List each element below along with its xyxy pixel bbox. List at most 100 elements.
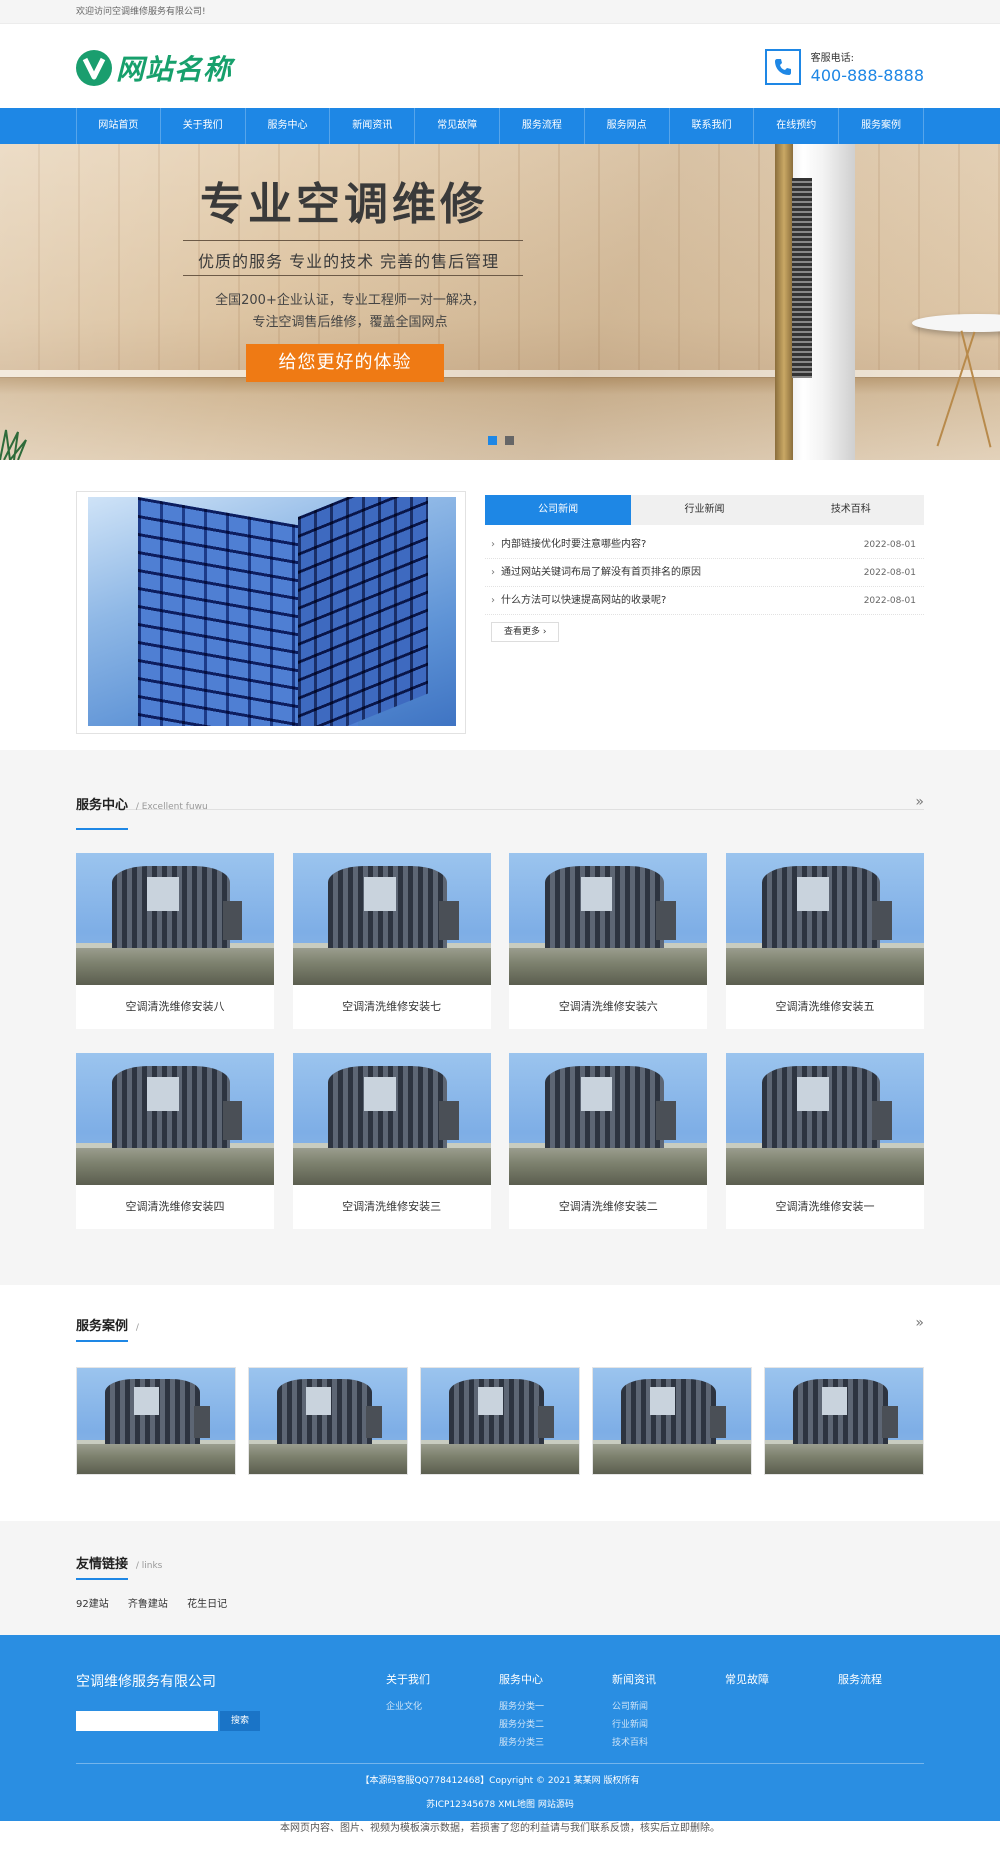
ac-unit-image[interactable] xyxy=(76,853,274,985)
footer-search: 搜索 xyxy=(76,1711,260,1731)
nav-item-booking[interactable]: 在线预约 xyxy=(754,108,840,144)
service-card[interactable]: 空调清洗维修安装三 xyxy=(292,1053,491,1229)
case-image[interactable] xyxy=(420,1367,580,1475)
banner-dot[interactable] xyxy=(488,436,497,445)
case-image[interactable] xyxy=(592,1367,752,1475)
hotline-label: 客服电话: xyxy=(810,53,855,64)
friend-link[interactable]: 92建站 xyxy=(76,1599,109,1610)
footer-icp[interactable]: 苏ICP12345678 XML地图 网站源码 xyxy=(76,1797,924,1810)
footer-column: 常见故障 xyxy=(725,1671,838,1753)
footer-columns: 关于我们 企业文化 服务中心 服务分类一 服务分类二 服务分类三 新闻资讯 公司… xyxy=(386,1671,951,1753)
footer-link[interactable]: 行业新闻 xyxy=(612,1717,725,1730)
footer-search-input[interactable] xyxy=(76,1711,218,1731)
footer-column-title[interactable]: 新闻资讯 xyxy=(612,1671,725,1687)
phone-icon xyxy=(764,49,801,85)
nav-item-outlets[interactable]: 服务网点 xyxy=(585,108,670,144)
more-arrow-icon[interactable]: » xyxy=(915,1315,924,1331)
service-card[interactable]: 空调清洗维修安装七 xyxy=(292,853,491,1029)
news-title[interactable]: 内部链接优化时要注意哪些内容? xyxy=(501,539,646,550)
service-card[interactable]: 空调清洗维修安装六 xyxy=(509,853,708,1029)
banner-desc-line: 全国200+企业认证，专业工程师一对一解决， xyxy=(215,293,485,308)
nav-item-home[interactable]: 网站首页 xyxy=(76,108,161,144)
building-image[interactable] xyxy=(88,497,456,726)
friend-link[interactable]: 齐鲁建站 xyxy=(128,1599,168,1610)
hero-banner[interactable]: 专业空调维修 优质的服务 专业的技术 完善的售后管理 全国200+企业认证，专业… xyxy=(0,144,1000,460)
ac-unit-image[interactable] xyxy=(725,853,924,985)
section-header: 服务中心 / Excellent fuwu » xyxy=(76,750,924,830)
case-image[interactable] xyxy=(764,1367,924,1475)
disclaimer-note: 本网页内容、图片、视频为模板演示数据，若损害了您的利益请与我们联系反馈，核实后立… xyxy=(0,1821,1000,1848)
tab-company-news[interactable]: 公司新闻 xyxy=(485,495,632,525)
service-card[interactable]: 空调清洗维修安装五 xyxy=(725,853,924,1029)
ac-unit-image[interactable] xyxy=(292,1053,491,1185)
case-image[interactable] xyxy=(76,1367,236,1475)
footer-copyright: 【本源码客服QQ778412468】Copyright © 2021 某某网 版… xyxy=(360,1776,640,1786)
cases-section: 服务案例 / » xyxy=(0,1285,1000,1521)
footer-link[interactable]: 服务分类二 xyxy=(499,1717,612,1730)
nav-item-services[interactable]: 服务中心 xyxy=(246,108,331,144)
nav-item-contact[interactable]: 联系我们 xyxy=(670,108,755,144)
section-subtitle: / xyxy=(135,1323,139,1333)
footer-link[interactable]: 公司新闻 xyxy=(612,1699,725,1712)
list-item[interactable]: › 通过网站关键词布局了解没有首页排名的原因 2022-08-01 xyxy=(485,559,924,587)
footer-column-title[interactable]: 服务流程 xyxy=(838,1671,951,1687)
service-card[interactable]: 空调清洗维修安装二 xyxy=(509,1053,708,1229)
footer-search-button[interactable]: 搜索 xyxy=(220,1711,260,1731)
list-item[interactable]: › 什么方法可以快速提高网站的收录呢? 2022-08-01 xyxy=(485,587,924,615)
service-card[interactable]: 空调清洗维修安装一 xyxy=(725,1053,924,1229)
services-section: 服务中心 / Excellent fuwu » 空调清洗维修安装八 空调清洗维修… xyxy=(0,750,1000,1285)
news-title[interactable]: 什么方法可以快速提高网站的收录呢? xyxy=(501,595,666,606)
nav-item-about[interactable]: 关于我们 xyxy=(161,108,246,144)
service-card-label[interactable]: 空调清洗维修安装三 xyxy=(293,1185,491,1229)
more-arrow-icon[interactable]: » xyxy=(915,794,924,810)
footer-link[interactable]: 服务分类三 xyxy=(499,1735,612,1748)
service-card-label[interactable]: 空调清洗维修安装四 xyxy=(76,1185,274,1229)
service-card[interactable]: 空调清洗维修安装八 xyxy=(76,853,274,1029)
nav-item-news[interactable]: 新闻资讯 xyxy=(330,108,416,144)
tab-tech-wiki[interactable]: 技术百科 xyxy=(778,495,924,525)
banner-pagination xyxy=(488,436,522,445)
ac-unit-image[interactable] xyxy=(509,853,708,985)
ac-unit-image[interactable] xyxy=(292,853,491,985)
list-item[interactable]: › 内部链接优化时要注意哪些内容? 2022-08-01 xyxy=(485,531,924,559)
hotline: 客服电话: 400-888-8888 xyxy=(764,48,924,86)
news-date: 2022-08-01 xyxy=(863,540,916,550)
friend-links-section: 友情链接 / links 92建站 齐鲁建站 花生日记 xyxy=(0,1521,1000,1635)
banner-cta-button[interactable]: 给您更好的体验 xyxy=(246,344,444,382)
nav-item-cases[interactable]: 服务案例 xyxy=(839,108,924,144)
banner-description: 全国200+企业认证，专业工程师一对一解决， 专注空调售后维修，覆盖全国网点 xyxy=(215,290,485,334)
site-logo[interactable]: 网站名称 xyxy=(76,48,232,88)
service-card[interactable]: 空调清洗维修安装四 xyxy=(76,1053,274,1229)
service-card-label[interactable]: 空调清洗维修安装五 xyxy=(726,985,924,1029)
view-more-button[interactable]: 查看更多 › xyxy=(491,622,560,642)
case-gallery xyxy=(76,1367,924,1475)
banner-desc-line: 专注空调售后维修，覆盖全国网点 xyxy=(252,315,448,330)
ac-unit-image[interactable] xyxy=(725,1053,924,1185)
news-title[interactable]: 通过网站关键词布局了解没有首页排名的原因 xyxy=(501,567,701,578)
footer-column: 服务中心 服务分类一 服务分类二 服务分类三 xyxy=(499,1671,612,1753)
chevron-right-icon: › xyxy=(491,539,495,550)
footer-column-title[interactable]: 关于我们 xyxy=(386,1671,499,1687)
footer-link[interactable]: 企业文化 xyxy=(386,1699,499,1712)
banner-subtitle: 优质的服务 专业的技术 完善的售后管理 xyxy=(198,252,500,271)
header: 网站名称 客服电话: 400-888-8888 xyxy=(0,24,1000,108)
banner-dot[interactable] xyxy=(505,436,514,445)
nav-item-process[interactable]: 服务流程 xyxy=(500,108,585,144)
service-card-label[interactable]: 空调清洗维修安装一 xyxy=(726,1185,924,1229)
footer-column-title[interactable]: 常见故障 xyxy=(725,1671,838,1687)
service-card-label[interactable]: 空调清洗维修安装六 xyxy=(509,985,707,1029)
footer-link[interactable]: 服务分类一 xyxy=(499,1699,612,1712)
nav-item-faults[interactable]: 常见故障 xyxy=(415,108,500,144)
friend-link[interactable]: 花生日记 xyxy=(187,1599,227,1610)
service-card-label[interactable]: 空调清洗维修安装七 xyxy=(293,985,491,1029)
service-card-label[interactable]: 空调清洗维修安装八 xyxy=(76,985,274,1029)
service-card-label[interactable]: 空调清洗维修安装二 xyxy=(509,1185,707,1229)
footer-column-title[interactable]: 服务中心 xyxy=(499,1671,612,1687)
tab-industry-news[interactable]: 行业新闻 xyxy=(631,495,777,525)
case-image[interactable] xyxy=(248,1367,408,1475)
footer-link[interactable]: 技术百科 xyxy=(612,1735,725,1748)
about-image-frame xyxy=(76,491,466,734)
ac-unit-image[interactable] xyxy=(76,1053,274,1185)
hotline-number[interactable]: 400-888-8888 xyxy=(811,66,924,85)
ac-unit-image[interactable] xyxy=(509,1053,708,1185)
